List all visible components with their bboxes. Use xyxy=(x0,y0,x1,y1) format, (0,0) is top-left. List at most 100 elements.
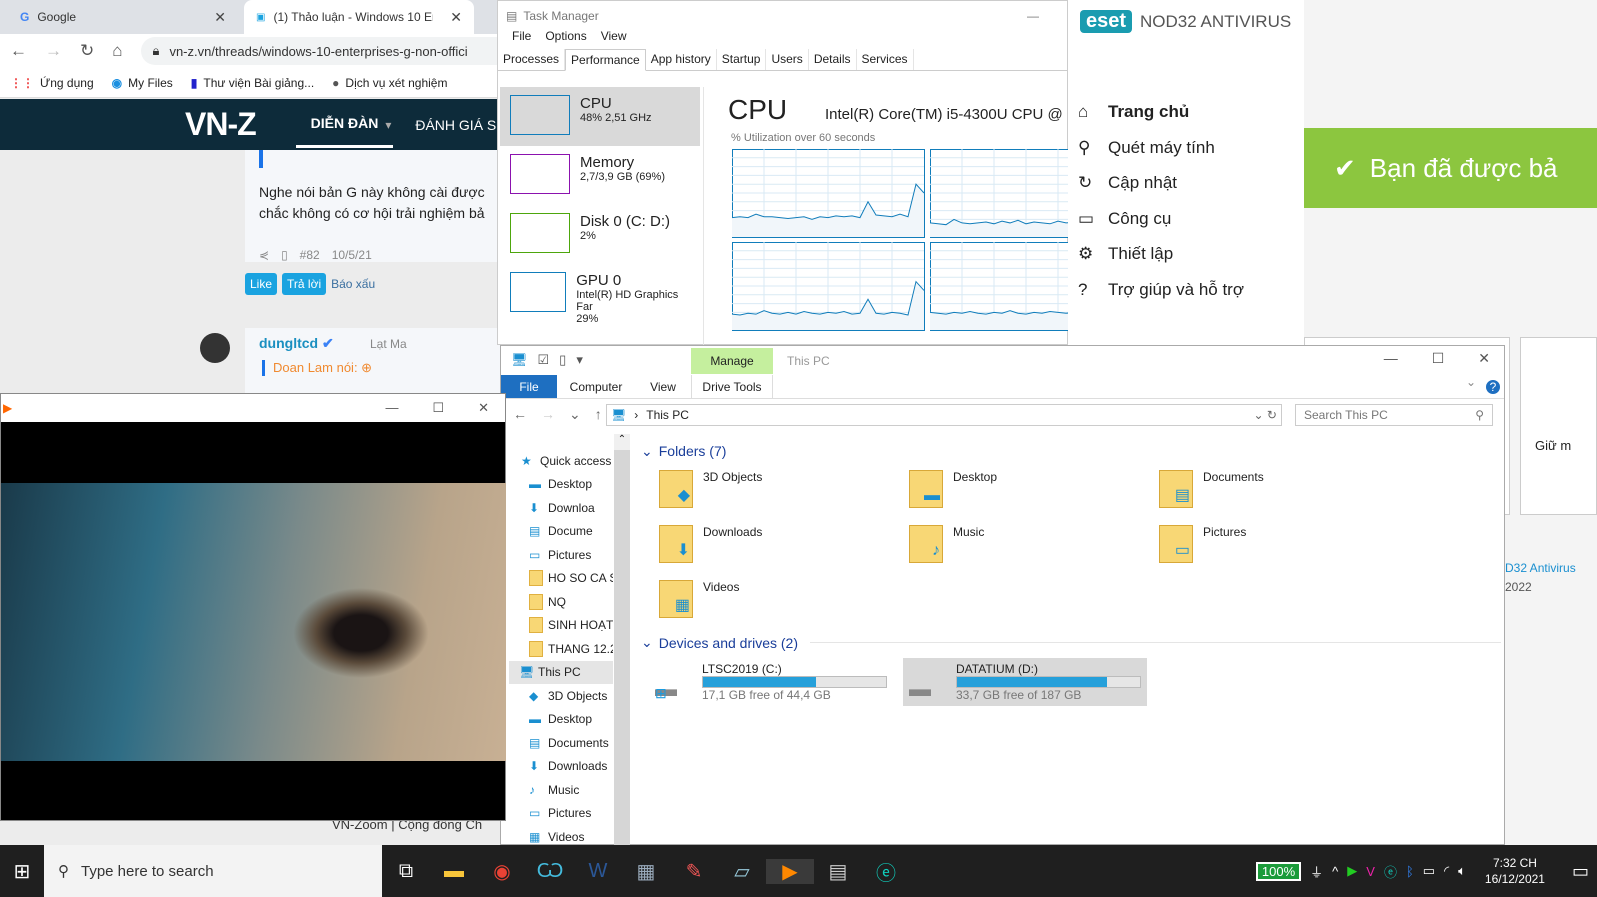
tab-app-history[interactable]: App history xyxy=(646,49,717,70)
username[interactable]: dungltcd xyxy=(259,335,318,351)
eset-menu-item[interactable]: ⚙ Thiết lập xyxy=(1078,244,1173,264)
wifi-icon[interactable]: ◜ xyxy=(1444,863,1449,879)
video-frame[interactable] xyxy=(1,483,506,761)
folder-item[interactable]: ♪ Music xyxy=(909,525,1159,563)
chevron-up-icon[interactable]: ^ xyxy=(1332,864,1338,879)
calculator-icon[interactable]: ▦ xyxy=(622,859,670,884)
eset-menu-item[interactable]: ↻ Cập nhật xyxy=(1078,173,1177,193)
home-icon[interactable]: ⌂ xyxy=(112,41,122,61)
customize-icon[interactable]: ▾ xyxy=(576,352,583,368)
nav-item[interactable]: ⬇ Downloads xyxy=(521,755,613,779)
nav-item[interactable]: SINH HOẠT xyxy=(521,614,613,638)
task-view-icon[interactable]: ⧉ xyxy=(382,860,430,883)
nav-item[interactable]: ♪ Music xyxy=(521,778,613,802)
reply-button[interactable]: Trả lời xyxy=(282,273,327,295)
clock[interactable]: 7:32 CH 16/12/2021 xyxy=(1485,855,1545,887)
forward-icon[interactable]: → xyxy=(541,406,555,423)
bookmark-thuvien[interactable]: ▮ Thư viện Bài giảng... xyxy=(191,76,314,90)
minimize-button[interactable]: — xyxy=(1384,350,1398,367)
file-explorer-icon[interactable]: ▬ xyxy=(430,860,478,883)
chevron-down-icon[interactable]: ▾ xyxy=(385,118,391,132)
menu-view[interactable]: View xyxy=(601,29,627,43)
media-player-icon[interactable]: ▶ xyxy=(766,858,814,884)
tab-services[interactable]: Services xyxy=(857,49,914,70)
ribbon-view[interactable]: View xyxy=(635,375,691,398)
nav-item[interactable]: 🖥︎ This PC xyxy=(509,660,613,684)
v-icon[interactable]: V xyxy=(1366,864,1375,879)
post-number[interactable]: #82 xyxy=(300,248,320,262)
minimize-button[interactable]: — xyxy=(385,400,398,416)
bookmark-apps[interactable]: ⋮⋮ Ứng dụng xyxy=(10,76,94,90)
eset-menu-item[interactable]: ⚲ Quét máy tính xyxy=(1078,138,1215,158)
nav-item[interactable]: NQ xyxy=(521,590,613,614)
recent-icon[interactable]: ⌄ xyxy=(569,406,581,423)
resource-1[interactable]: Memory 2,7/3,9 GB (69%) xyxy=(500,146,700,205)
scroll-up-icon[interactable]: ⌃ xyxy=(614,434,630,450)
drive-item[interactable]: ⊞ ▬ LTSC2019 (C:) 17,1 GB free of 44,4 GB xyxy=(649,658,893,706)
tab-google[interactable]: G Google ✕ xyxy=(8,0,238,34)
tab-users[interactable]: Users xyxy=(766,49,809,70)
maximize-button[interactable]: ☐ xyxy=(1432,350,1445,367)
start-button[interactable]: ⊞ xyxy=(0,859,44,884)
folder-item[interactable]: ⬇ Downloads xyxy=(659,525,909,563)
nav-item[interactable]: THANG 12.2 xyxy=(521,637,613,661)
like-button[interactable]: Like xyxy=(245,273,278,295)
ribbon-drive-tools[interactable]: Drive Tools xyxy=(691,375,773,398)
taskbar-search[interactable]: ⚲ Type here to search xyxy=(44,845,382,897)
bookmark-dichvu[interactable]: ● Dịch vụ xét nghiệm xyxy=(332,76,447,90)
bookmark-myfiles[interactable]: ◉ My Files xyxy=(112,76,173,90)
close-icon[interactable]: ✕ xyxy=(214,9,226,26)
feature-card[interactable]: Giữ m xyxy=(1520,337,1597,515)
chevron-down-icon[interactable]: ⌄ xyxy=(1466,375,1476,398)
ribbon-file[interactable]: File xyxy=(501,375,557,398)
nav-item[interactable]: ▤ Docume xyxy=(521,520,613,544)
folder-item[interactable]: ▬ Desktop xyxy=(909,470,1159,508)
eset-menu-item[interactable]: ⌂ Trang chủ xyxy=(1078,102,1189,122)
folders-group-header[interactable]: ⌄ Folders (7) xyxy=(641,443,726,460)
site-logo[interactable]: VN-Z xyxy=(185,106,257,143)
notifications-icon[interactable]: ▭ xyxy=(1572,861,1589,882)
drive-item[interactable]: ▬ DATATIUM (D:) 33,7 GB free of 187 GB xyxy=(903,658,1147,706)
chrome-icon[interactable]: ◉ xyxy=(478,859,526,884)
folder-item[interactable]: ▦ Videos xyxy=(659,580,909,618)
eset-icon[interactable]: ⓔ xyxy=(862,857,910,886)
back-icon[interactable]: ← xyxy=(10,41,27,61)
eset-menu-item[interactable]: ? Trợ giúp và hỗ trợ xyxy=(1078,280,1244,300)
tab-processes[interactable]: Processes xyxy=(498,49,566,70)
tab-performance[interactable]: Performance xyxy=(565,49,646,71)
back-icon[interactable]: ← xyxy=(513,406,527,423)
nav-item[interactable]: ◆ 3D Objects xyxy=(521,684,613,708)
nav-review[interactable]: ĐÁNH GIÁ S xyxy=(415,117,496,133)
nav-item[interactable]: ▤ Documents xyxy=(521,731,613,755)
properties-icon[interactable]: ☑ xyxy=(538,352,550,368)
tab-startup[interactable]: Startup xyxy=(717,49,767,70)
eset-menu-item[interactable]: ▭ Công cụ xyxy=(1078,209,1171,229)
app-icon[interactable]: Ѡ xyxy=(526,860,574,883)
minimize-button[interactable]: — xyxy=(1027,9,1039,23)
report-link[interactable]: Báo xấu xyxy=(331,277,375,291)
nav-item[interactable]: ▬ Desktop xyxy=(521,473,613,497)
quote-author[interactable]: Doan Lam nói: xyxy=(273,360,358,375)
product-link[interactable]: D32 Antivirus xyxy=(1505,561,1576,575)
paint-icon[interactable]: ✎ xyxy=(670,859,718,884)
flag-icon[interactable]: ▶ xyxy=(1347,863,1357,879)
maximize-button[interactable]: ☐ xyxy=(432,400,444,416)
new-folder-icon[interactable]: ▯ xyxy=(559,352,566,368)
task-manager-icon[interactable]: ▤ xyxy=(814,859,862,884)
resource-0[interactable]: CPU 48% 2,51 GHz xyxy=(500,87,700,146)
nav-item[interactable]: ▬ Desktop xyxy=(521,708,613,732)
bookmark-icon[interactable]: ▯ xyxy=(281,248,288,262)
menu-options[interactable]: Options xyxy=(545,29,586,43)
share-icon[interactable]: ⋞ xyxy=(259,248,269,262)
folder-item[interactable]: ▭ Pictures xyxy=(1159,525,1409,563)
reload-icon[interactable]: ↻ xyxy=(80,41,94,61)
folder-item[interactable]: ▤ Documents xyxy=(1159,470,1409,508)
menu-file[interactable]: File xyxy=(512,29,531,43)
avatar[interactable] xyxy=(200,333,230,363)
close-icon[interactable]: ✕ xyxy=(450,9,462,26)
resource-2[interactable]: Disk 0 (C: D:) 2% xyxy=(500,205,700,264)
word-icon[interactable]: W xyxy=(574,860,622,883)
nav-item[interactable]: HO SO CA S xyxy=(521,567,613,591)
refresh-icon[interactable]: ⌄ ↻ xyxy=(1254,408,1277,422)
nav-item[interactable]: ★ Quick access xyxy=(521,449,613,473)
